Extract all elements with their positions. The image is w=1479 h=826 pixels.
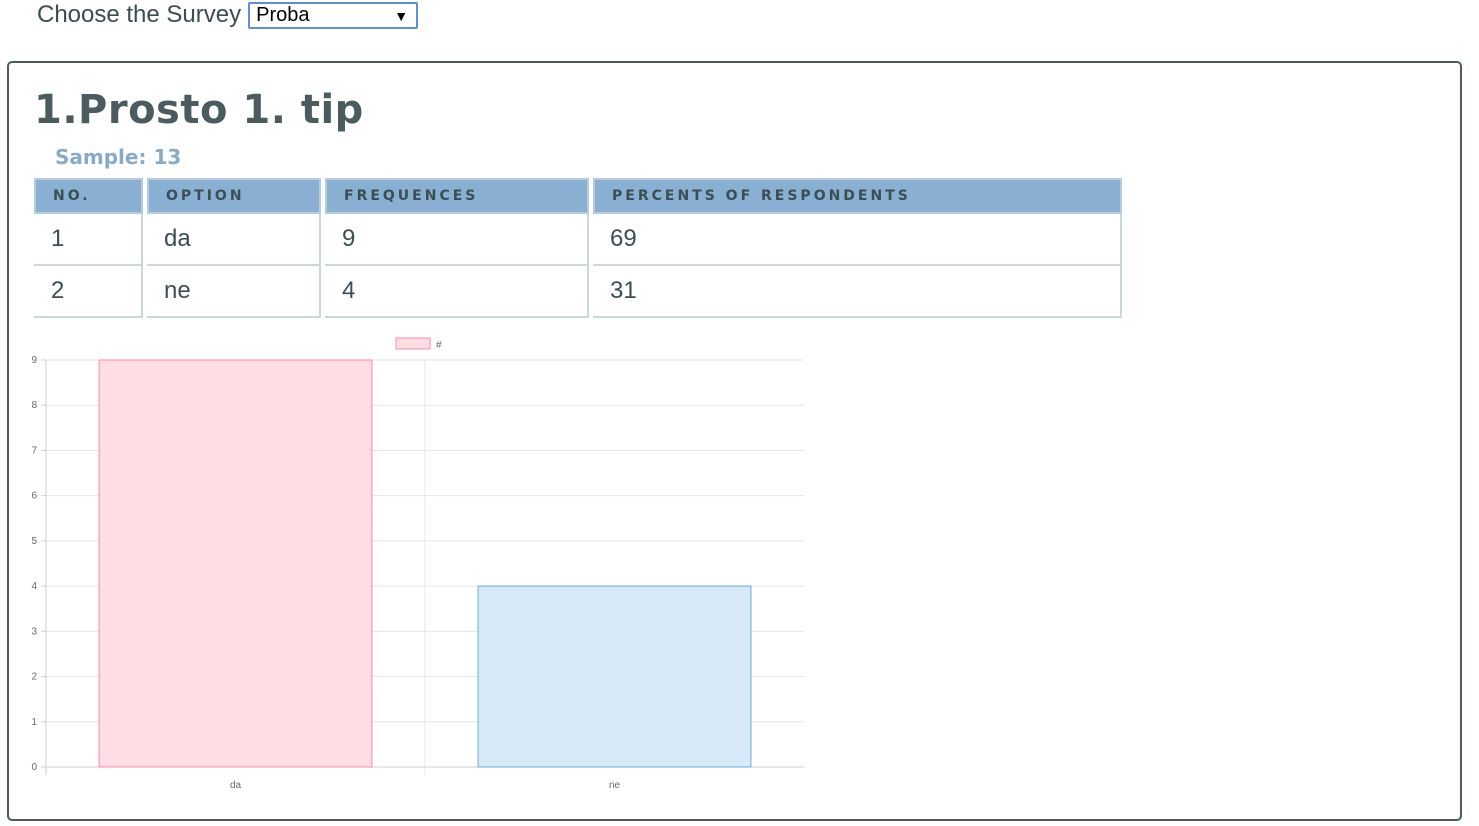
- bar-chart: 0 1 2 3 4 5 6 7 8 9 da ne #: [31, 337, 804, 791]
- y-tick-label: 9: [31, 355, 37, 366]
- y-tick-label: 8: [31, 400, 37, 411]
- y-tick-label: 7: [31, 445, 37, 456]
- y-tick-label: 0: [31, 762, 37, 773]
- survey-select-value: Proba: [256, 3, 310, 26]
- y-tick-label: 1: [31, 717, 37, 728]
- y-tick-label: 2: [31, 672, 37, 683]
- chevron-down-icon[interactable]: ▼: [394, 4, 408, 28]
- bar-da: [98, 359, 373, 768]
- survey-selector-label: Choose the Survey: [37, 1, 242, 28]
- x-tick-label: da: [230, 780, 242, 791]
- question-panel: 1.Prosto 1. tip Sample: 13 NO. OPTION FR…: [7, 61, 1462, 821]
- survey-selector-bar: Choose the Survey Proba ▼: [37, 0, 419, 30]
- y-tick-label: 6: [31, 491, 37, 502]
- legend-swatch: [395, 337, 431, 350]
- x-tick-label: ne: [609, 780, 621, 791]
- bar-ne: [477, 585, 752, 768]
- y-tick-label: 5: [31, 536, 37, 547]
- y-tick-label: 4: [31, 581, 37, 592]
- survey-select[interactable]: Proba ▼: [248, 1, 419, 29]
- legend-label: #: [436, 340, 442, 351]
- y-tick-label: 3: [31, 626, 37, 637]
